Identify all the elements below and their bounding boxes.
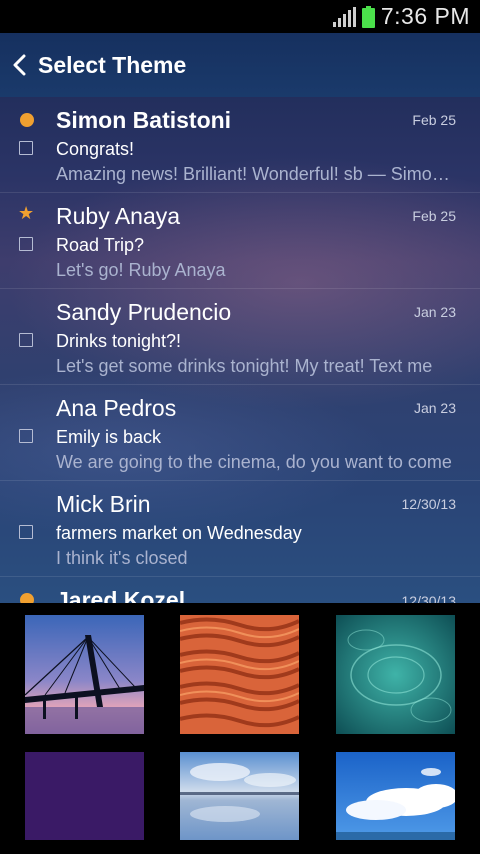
email-preview-text: Let's go! Ruby Anaya <box>56 260 226 280</box>
email-subject: Drinks tonight?! <box>56 331 182 351</box>
status-time: 7:36 PM <box>380 3 470 29</box>
sender-name: Mick Brin <box>56 491 151 517</box>
page-title: Select Theme <box>38 51 187 78</box>
unread-dot-icon <box>20 113 34 127</box>
email-date: Feb 25 <box>412 208 456 224</box>
battery-icon <box>361 5 375 28</box>
blue-sky-clouds-image <box>336 752 455 840</box>
sand-dunes-image <box>180 615 299 734</box>
sender-name: Ruby Anaya <box>56 203 181 229</box>
email-subject: farmers market on Wednesday <box>56 523 302 543</box>
email-date: Jan 23 <box>413 400 456 416</box>
select-checkbox[interactable] <box>19 141 33 155</box>
sender-name: Jared Kozel <box>56 587 186 603</box>
email-preview-text: Amazing news! Brilliant! Wonderful! sb —… <box>56 164 456 184</box>
email-date: Jan 23 <box>413 304 456 320</box>
chevron-left-icon <box>13 54 26 76</box>
select-checkbox[interactable] <box>19 333 33 347</box>
email-preview: Select Theme Simon Batistoni Feb 25 Cong… <box>0 33 480 603</box>
unread-dot-icon <box>20 593 34 603</box>
email-row[interactable]: Mick Brin 12/30/13 farmers market on Wed… <box>0 481 480 577</box>
theme-picker <box>0 603 480 854</box>
action-bar: Select Theme <box>0 33 480 97</box>
back-button[interactable] <box>12 53 30 77</box>
signal-icon <box>332 6 356 27</box>
status-bar: 7:36 PM <box>0 0 480 33</box>
select-checkbox[interactable] <box>19 429 33 443</box>
sky-reflection-image <box>180 752 299 840</box>
email-date: 12/30/13 <box>401 496 457 512</box>
water-ripples-image <box>336 615 455 734</box>
select-checkbox[interactable] <box>19 237 33 251</box>
theme-thumb-purple[interactable] <box>25 752 144 840</box>
bridge-sunset-image <box>25 615 144 734</box>
sender-name: Sandy Prudencio <box>56 299 232 325</box>
email-preview-text: We are going to the cinema, do you want … <box>56 452 452 472</box>
email-preview-text: I think it's closed <box>56 548 188 568</box>
theme-thumb-bridge[interactable] <box>25 615 144 734</box>
email-date: 12/30/13 <box>401 593 457 603</box>
star-icon[interactable]: ★ <box>18 203 34 224</box>
email-row[interactable]: Jared Kozel 12/30/13 <box>0 577 480 603</box>
solid-purple-swatch <box>25 752 144 840</box>
email-date: Feb 25 <box>412 112 456 128</box>
sender-name: Ana Pedros <box>56 395 177 421</box>
email-preview-text: Let's get some drinks tonight! My treat!… <box>56 356 433 376</box>
select-checkbox[interactable] <box>19 525 33 539</box>
theme-thumb-sand[interactable] <box>180 615 299 734</box>
email-subject: Emily is back <box>56 427 162 447</box>
sender-name: Simon Batistoni <box>56 107 232 133</box>
email-row[interactable]: Ana Pedros Jan 23 Emily is back We are g… <box>0 385 480 481</box>
email-row[interactable]: ★ Ruby Anaya Feb 25 Road Trip? Let's go!… <box>0 193 480 289</box>
email-subject: Congrats! <box>56 139 135 159</box>
theme-thumb-sky-reflection[interactable] <box>180 752 299 840</box>
email-row[interactable]: Simon Batistoni Feb 25 Congrats! Amazing… <box>0 97 480 193</box>
theme-thumb-blue-sky[interactable] <box>336 752 455 840</box>
email-row[interactable]: Sandy Prudencio Jan 23 Drinks tonight?! … <box>0 289 480 385</box>
email-subject: Road Trip? <box>56 235 145 255</box>
theme-thumb-water[interactable] <box>336 615 455 734</box>
